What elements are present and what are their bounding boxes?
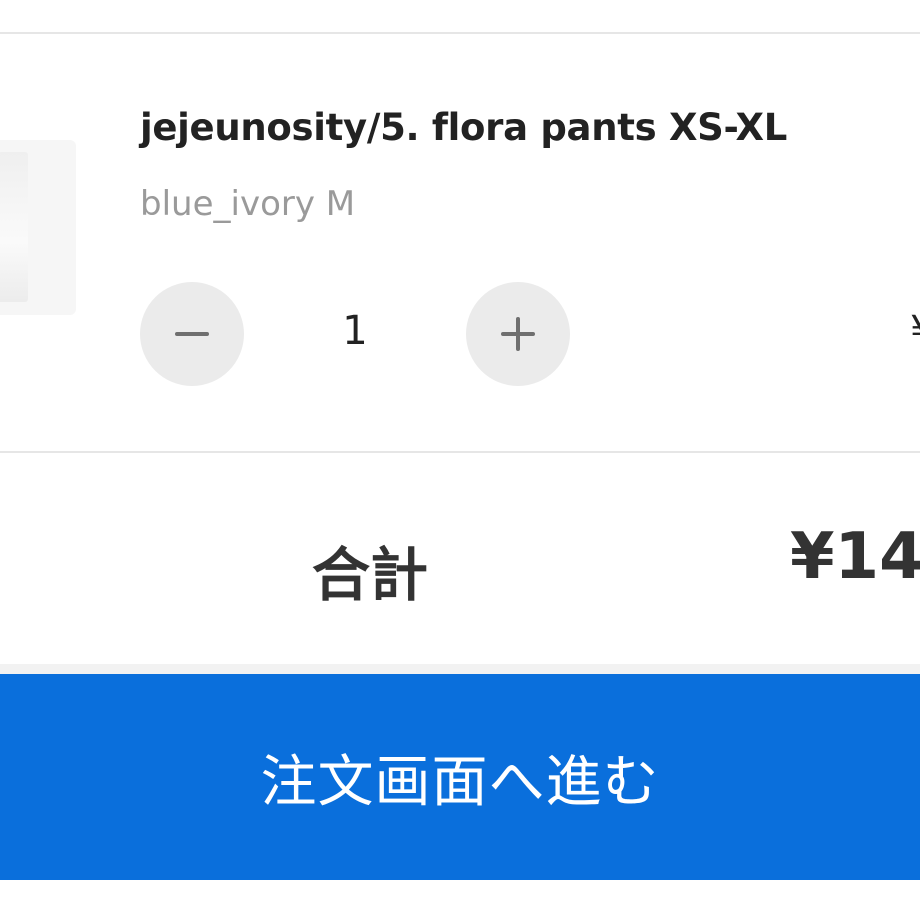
increase-quantity-button[interactable]: [466, 282, 570, 386]
minus-icon: [175, 332, 209, 336]
top-divider: [0, 32, 920, 34]
total-label: 合計: [312, 541, 429, 609]
product-thumbnail[interactable]: [0, 140, 76, 315]
product-variant: blue_ivory M: [140, 184, 356, 224]
plus-icon: [501, 317, 535, 351]
summary-divider: [0, 451, 920, 453]
garment-image: [0, 152, 28, 302]
quantity-value: 1: [342, 308, 368, 354]
checkout-button-label: 注文画面へ進む: [260, 749, 660, 815]
decrease-quantity-button[interactable]: [140, 282, 244, 386]
cart-page: jejeunosity/5. flora pants XS-XL blue_iv…: [0, 0, 920, 920]
total-value: ¥14: [790, 520, 920, 594]
line-item-price: ¥: [910, 308, 920, 354]
proceed-to-checkout-button[interactable]: 注文画面へ進む: [0, 674, 920, 880]
product-title[interactable]: jejeunosity/5. flora pants XS-XL: [140, 106, 787, 149]
checkout-separator: [0, 664, 920, 674]
